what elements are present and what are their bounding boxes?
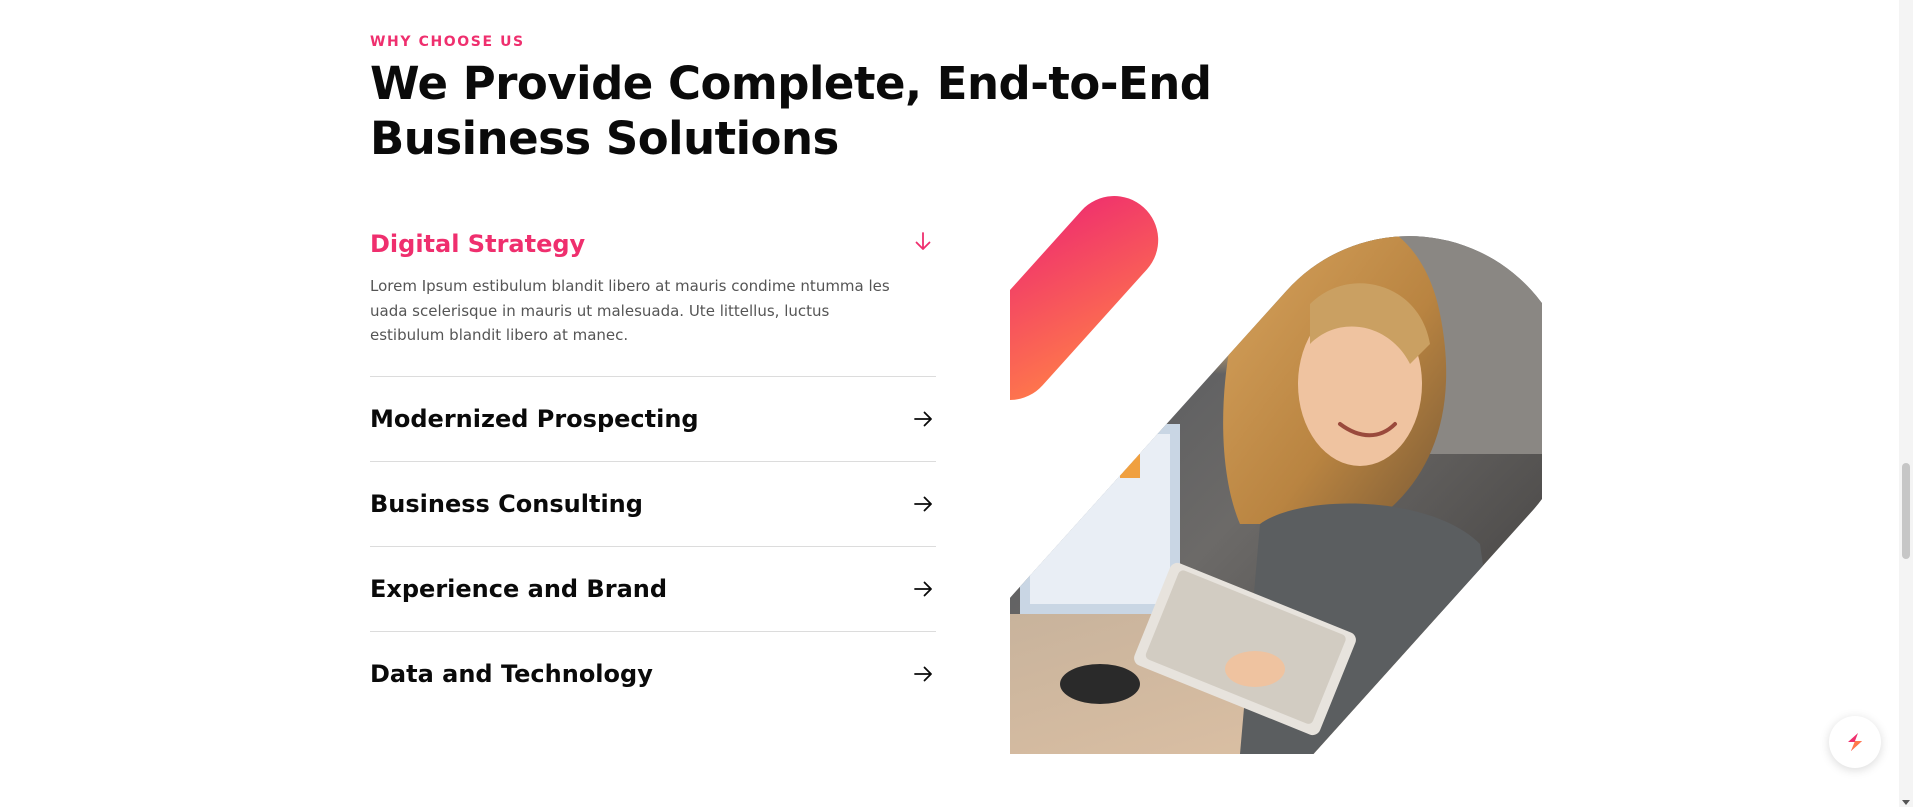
scrollbar-thumb[interactable] xyxy=(1902,463,1910,559)
scroll-down-arrow-icon[interactable] xyxy=(1902,800,1910,805)
arrow-down-icon[interactable] xyxy=(912,230,934,252)
arrow-right-icon[interactable] xyxy=(912,408,934,430)
accordion-title: Digital Strategy xyxy=(370,230,586,258)
eyebrow-label: WHY CHOOSE US xyxy=(370,34,525,50)
page-scrollbar[interactable] xyxy=(1899,0,1913,807)
accordion-header-data-and-technology[interactable]: Data and Technology xyxy=(370,632,936,716)
services-accordion: Digital Strategy Lorem Ipsum estibulum b… xyxy=(370,222,936,716)
accordion-item-experience-and-brand: Experience and Brand xyxy=(370,547,936,632)
accordion-title: Modernized Prospecting xyxy=(370,404,699,433)
chat-logo-icon xyxy=(1848,733,1862,751)
arrow-right-icon[interactable] xyxy=(912,578,934,600)
accordion-header-experience-and-brand[interactable]: Experience and Brand xyxy=(370,547,936,631)
accordion-item-modernized-prospecting: Modernized Prospecting xyxy=(370,377,936,462)
accordion-title: Business Consulting xyxy=(370,489,643,518)
hero-illustration xyxy=(1010,194,1542,754)
accent-pill-shape xyxy=(1010,196,1159,400)
accordion-title: Experience and Brand xyxy=(370,574,668,603)
arrow-right-icon[interactable] xyxy=(912,493,934,515)
arrow-right-icon[interactable] xyxy=(912,663,934,685)
accordion-item-business-consulting: Business Consulting xyxy=(370,462,936,547)
section-headline: We Provide Complete, End-to-End Business… xyxy=(370,57,1212,165)
accordion-body: Lorem Ipsum estibulum blandit libero at … xyxy=(370,277,890,344)
accordion-header-business-consulting[interactable]: Business Consulting xyxy=(370,462,936,546)
accordion-title: Data and Technology xyxy=(370,659,653,688)
accordion-item-data-and-technology: Data and Technology xyxy=(370,632,936,716)
accordion-header-modernized-prospecting[interactable]: Modernized Prospecting xyxy=(370,377,936,461)
accordion-header-digital-strategy[interactable]: Digital Strategy xyxy=(370,222,936,274)
chat-widget-button[interactable] xyxy=(1829,716,1881,768)
accordion-item-digital-strategy: Digital Strategy Lorem Ipsum estibulum b… xyxy=(370,222,936,377)
